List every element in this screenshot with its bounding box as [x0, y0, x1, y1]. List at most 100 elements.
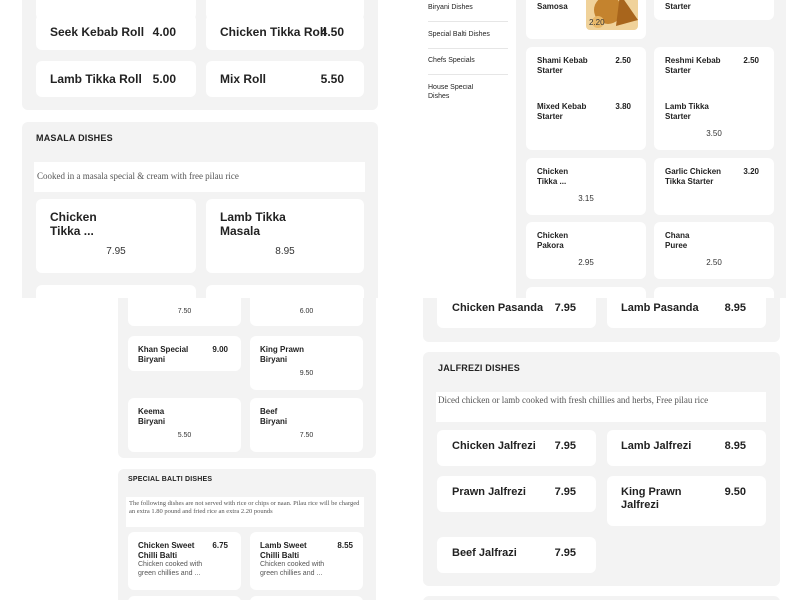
sidebar-item-biryani[interactable]: Biryani Dishes [428, 4, 508, 13]
item-price: 2.50 [743, 56, 759, 65]
item-price: 9.50 [299, 370, 314, 377]
item-price: 4.50 [320, 25, 344, 39]
item-name: Khan Special Biryani [138, 345, 189, 364]
menu-item-card[interactable]: Prawn Jalfrezi 7.95 [437, 476, 596, 512]
menu-item-card[interactable]: Lamb Tikka Masala 8.95 [206, 199, 364, 273]
menu-item-card[interactable]: Chicken Tikka ... 7.95 [36, 199, 196, 273]
divider [428, 74, 508, 75]
item-name: Chana Puree [665, 231, 690, 250]
menu-item-card[interactable]: 7.50 [128, 298, 241, 326]
item-name: Lamb Tikka Starter [665, 102, 709, 121]
next-section [423, 596, 780, 600]
item-price: 4.00 [152, 25, 176, 39]
item-price: 8.95 [275, 246, 295, 257]
item-price: 2.50 [615, 56, 631, 65]
menu-view-large-bottom: Chicken Pasanda 7.95 Lamb Pasanda 8.95 J… [418, 298, 800, 600]
item-name: Lamb Sweet Chilli Balti [260, 541, 307, 560]
item-description: Chicken cooked with green chillies and .… [260, 561, 325, 577]
item-name: King Prawn Biryani [260, 345, 305, 364]
item-price: 5.00 [152, 72, 176, 86]
menu-item-card[interactable] [250, 596, 363, 600]
menu-item-card[interactable]: Chicken Sweet Chilli Balti 6.75 Chicken … [128, 532, 241, 590]
menu-view-large-top: Seek Kebab Roll 4.00 Chicken Tikka Roll … [0, 0, 400, 298]
biryani-section: 7.50 6.00 Khan Special Biryani 9.00 King… [118, 298, 376, 458]
item-price: 3.20 [743, 167, 759, 176]
menu-item-card[interactable] [526, 287, 646, 298]
sidebar-item-special-balti[interactable]: Special Balti Dishes [428, 31, 508, 40]
item-price: 3.80 [615, 102, 631, 111]
item-name: Samosa [537, 2, 568, 11]
item-name: Lamb Tikka Roll [50, 72, 142, 86]
item-name: Reshmi Kebab Starter [665, 56, 721, 75]
menu-item-card[interactable] [206, 285, 364, 298]
item-price: 7.50 [299, 432, 314, 439]
menu-item-card[interactable]: Beef Biryani 7.50 [250, 398, 363, 452]
menu-item-card[interactable]: Chicken Jalfrezi 7.95 [437, 430, 596, 466]
section-description: Diced chicken or lamb cooked with fresh … [436, 392, 766, 422]
section-title: MASALA DISHES [36, 133, 113, 143]
item-name: Garlic Chicken Tikka Starter [665, 167, 722, 186]
menu-item-card[interactable]: Mix Roll 5.50 [206, 61, 364, 97]
menu-item-card[interactable]: King Prawn Biryani 9.50 [250, 336, 363, 390]
sidebar-item-house-special[interactable]: House Special Dishes [428, 84, 484, 98]
menu-item-card[interactable]: Lamb Pasanda 8.95 [607, 298, 766, 328]
item-price: 8.95 [724, 440, 746, 452]
item-price: 5.50 [320, 72, 344, 86]
item-price: 7.95 [554, 302, 576, 314]
item-price: 8.95 [724, 302, 746, 314]
item-name: Lamb Pasanda [621, 302, 699, 314]
item-name: Beef Jalfrazi [452, 547, 517, 559]
item-name: Beef Biryani [260, 407, 288, 426]
menu-item-card[interactable]: Mixed Kebab Starter 3.80 [526, 93, 646, 150]
menu-item-card[interactable]: Chicken Pakora 2.95 [526, 222, 646, 279]
divider [428, 21, 508, 22]
menu-item-card[interactable] [128, 596, 241, 600]
menu-item-card[interactable]: Lamb Jalfrezi 8.95 [607, 430, 766, 466]
divider [428, 48, 508, 49]
menu-item-card[interactable] [36, 285, 196, 298]
item-name: Chicken Jalfrezi [452, 440, 536, 452]
menu-item-card[interactable]: Starter [654, 0, 774, 20]
menu-item-card[interactable]: King Prawn Jalfrezi 9.50 [607, 476, 766, 526]
item-price: 6.75 [212, 541, 228, 550]
menu-item-card[interactable] [654, 287, 774, 298]
pasanda-section: Chicken Pasanda 7.95 Lamb Pasanda 8.95 [423, 298, 780, 342]
menu-item-card[interactable]: Chana Puree 2.50 [654, 222, 774, 279]
item-price: 5.50 [177, 432, 192, 439]
item-price: 2.50 [706, 258, 722, 267]
item-price: 7.50 [177, 308, 192, 315]
item-name: Seek Kebab Roll [50, 25, 145, 39]
menu-item-card[interactable]: Seek Kebab Roll 4.00 [36, 14, 196, 50]
menu-item-card[interactable]: Garlic Chicken Tikka Starter 3.20 [654, 158, 774, 215]
menu-item-card[interactable]: Samosa 2.20 [526, 0, 646, 39]
sidebar-item-chefs-specials[interactable]: Chefs Specials [428, 57, 508, 66]
item-price: 7.95 [106, 246, 126, 257]
menu-item-card[interactable]: 6.00 [250, 298, 363, 326]
menu-item-card[interactable]: Keema Biryani 5.50 [128, 398, 241, 452]
special-balti-section: SPECIAL BALTI DISHES The following dishe… [118, 469, 376, 600]
section-title: SPECIAL BALTI DISHES [128, 476, 213, 483]
rolls-section: Seek Kebab Roll 4.00 Chicken Tikka Roll … [22, 0, 378, 110]
menu-item-card[interactable]: Chicken Pasanda 7.95 [437, 298, 596, 328]
item-name: Lamb Jalfrezi [621, 440, 692, 452]
item-name: Chicken Tikka Roll [220, 25, 327, 39]
item-name: Prawn Jalfrezi [452, 486, 526, 498]
menu-item-card[interactable]: Lamb Sweet Chilli Balti 8.55 Chicken coo… [250, 532, 363, 590]
menu-view-small-top: Biryani Dishes Special Balti Dishes Chef… [400, 0, 800, 298]
menu-item-card[interactable]: Khan Special Biryani 9.00 [128, 336, 241, 371]
item-price: 6.00 [299, 308, 314, 315]
menu-item-card[interactable]: Chicken Tikka Roll 4.50 [206, 14, 364, 50]
menu-item-card[interactable]: Lamb Tikka Roll 5.00 [36, 61, 196, 97]
item-price: 9.00 [212, 345, 228, 354]
item-name: Chicken Tikka ... [537, 167, 569, 186]
item-price: 7.95 [554, 440, 576, 452]
item-description: Chicken cooked with green chillies and .… [138, 561, 203, 577]
menu-item-card[interactable]: Lamb Tikka Starter 3.50 [654, 93, 774, 150]
item-name: Chicken Sweet Chilli Balti [138, 541, 195, 560]
item-price: 8.55 [337, 541, 353, 550]
item-price: 7.95 [554, 486, 576, 498]
menu-item-card[interactable]: Beef Jalfrazi 7.95 [437, 537, 596, 573]
menu-item-card[interactable]: Chicken Tikka ... 3.15 [526, 158, 646, 215]
section-description: Cooked in a masala special & cream with … [34, 162, 365, 192]
item-name: Chicken Pakora [537, 231, 569, 250]
